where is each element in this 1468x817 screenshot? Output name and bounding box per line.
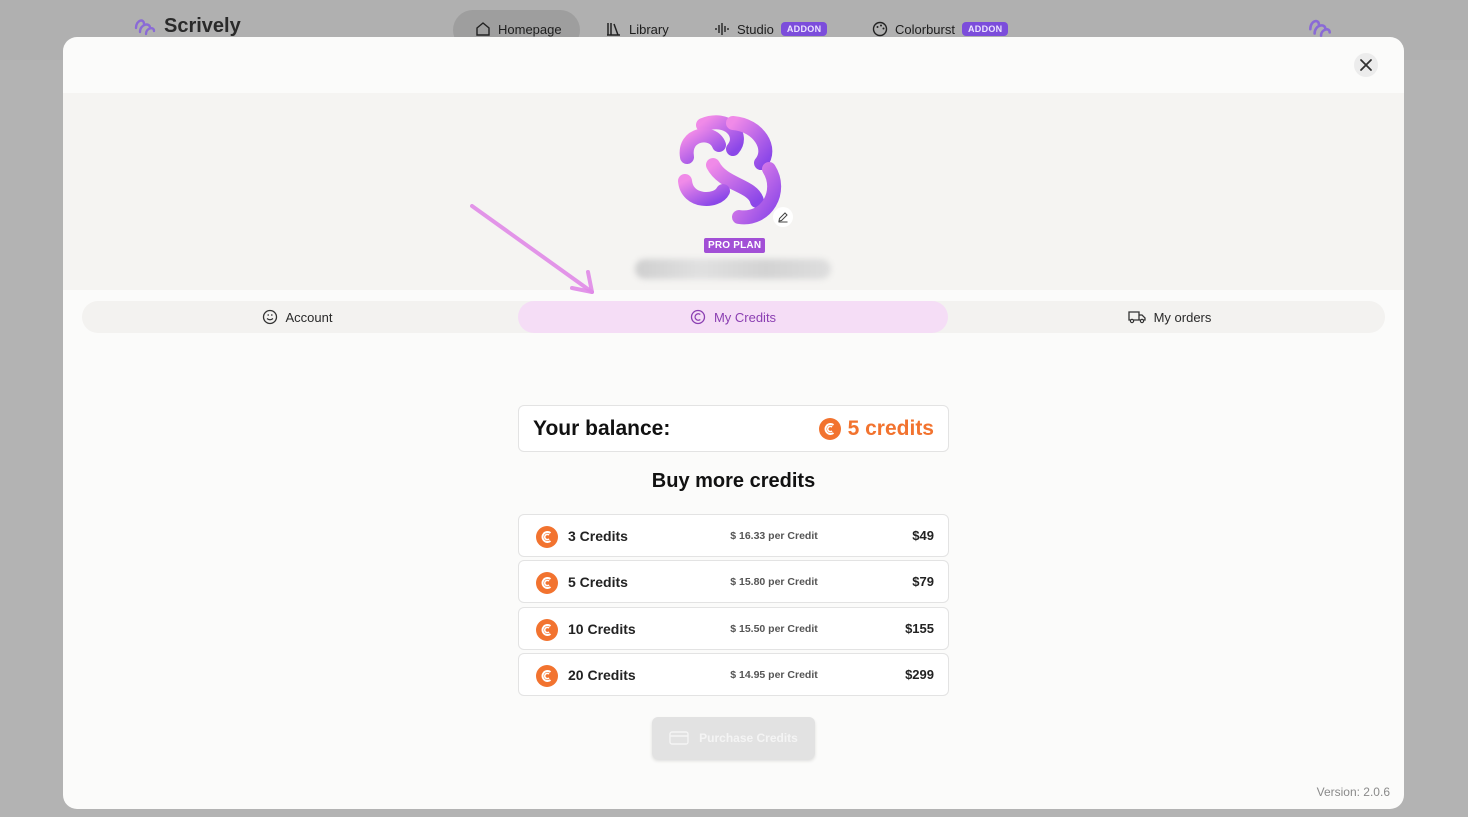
balance-card: Your balance: 5 credits [518, 405, 949, 452]
home-icon [476, 22, 490, 36]
nav-item-colorburst[interactable]: Colorburst ADDON [872, 21, 1009, 37]
package-name: 10 Credits [568, 621, 636, 637]
credit-coin-icon [818, 417, 841, 440]
nav-label: Studio [737, 21, 774, 37]
edit-avatar-button[interactable] [773, 207, 793, 227]
credit-coin-icon [690, 309, 706, 325]
credit-package[interactable]: 5 Credits $ 15.80 per Credit $79 [518, 560, 949, 603]
plan-badge: PRO PLAN [704, 238, 766, 253]
tab-my-orders[interactable]: My orders [954, 301, 1385, 333]
package-name: 5 Credits [568, 574, 628, 590]
library-icon [607, 23, 620, 36]
nav-label: Colorburst [895, 21, 955, 37]
package-name: 20 Credits [568, 667, 636, 683]
credit-coin-icon [536, 572, 558, 594]
nav-label: Library [629, 21, 669, 37]
profile-modal: PRO PLAN Account My Credits My orders Yo… [63, 37, 1404, 809]
tab-my-credits[interactable]: My Credits [518, 301, 948, 333]
package-per-credit: $ 15.80 per Credit [730, 576, 818, 588]
brand[interactable]: Scrively [132, 14, 241, 38]
profile-tabs: Account My Credits My orders [82, 301, 1385, 333]
buy-credits-title: Buy more credits [651, 470, 816, 492]
truck-icon [1127, 311, 1146, 324]
package-per-credit: $ 15.50 per Credit [730, 623, 818, 635]
palette-icon [872, 21, 888, 37]
tab-label: Account [285, 309, 333, 325]
package-price: $299 [905, 667, 934, 682]
close-icon [1360, 59, 1372, 71]
credit-package[interactable]: 10 Credits $ 15.50 per Credit $155 [518, 607, 949, 650]
nav-label: Homepage [498, 21, 562, 37]
smile-face-icon [262, 309, 277, 325]
package-price: $155 [905, 621, 934, 636]
brand-name: Scrively [164, 14, 241, 37]
nav-item-library[interactable]: Library [606, 21, 669, 37]
purchase-credits-button[interactable]: Purchase Credits [652, 717, 815, 759]
soundwave-icon [715, 23, 729, 35]
addon-badge: ADDON [961, 22, 1009, 36]
package-price: $49 [912, 528, 934, 543]
version-label: Version: 2.0.6 [1316, 785, 1390, 799]
package-name: 3 Credits [568, 528, 628, 544]
balance-value-group: 5 credits [818, 417, 934, 441]
email-redacted [635, 259, 831, 279]
pencil-icon [778, 212, 788, 223]
credit-package[interactable]: 20 Credits $ 14.95 per Credit $299 [518, 653, 949, 696]
close-button[interactable] [1354, 53, 1378, 77]
nav-item-homepage[interactable]: Homepage [475, 21, 562, 37]
purchase-label: Purchase Credits [699, 731, 798, 745]
balance-value: 5 credits [847, 416, 934, 440]
nav-item-studio[interactable]: Studio ADDON [714, 21, 828, 37]
package-price: $79 [912, 574, 934, 589]
credit-coin-icon [536, 526, 558, 548]
credit-coin-icon [536, 665, 558, 687]
package-per-credit: $ 16.33 per Credit [730, 530, 818, 542]
annotation-arrow-icon [470, 204, 594, 294]
addon-badge: ADDON [780, 22, 828, 36]
logo-icon [134, 19, 156, 36]
package-per-credit: $ 14.95 per Credit [730, 669, 818, 681]
tab-label: My Credits [713, 309, 777, 325]
credit-card-icon [669, 731, 689, 745]
tab-label: My orders [1153, 309, 1212, 325]
balance-label: Your balance: [533, 416, 671, 440]
credit-package[interactable]: 3 Credits $ 16.33 per Credit $49 [518, 514, 949, 557]
tab-account[interactable]: Account [82, 301, 512, 333]
profile-header: PRO PLAN [63, 93, 1404, 290]
credit-coin-icon [536, 619, 558, 641]
